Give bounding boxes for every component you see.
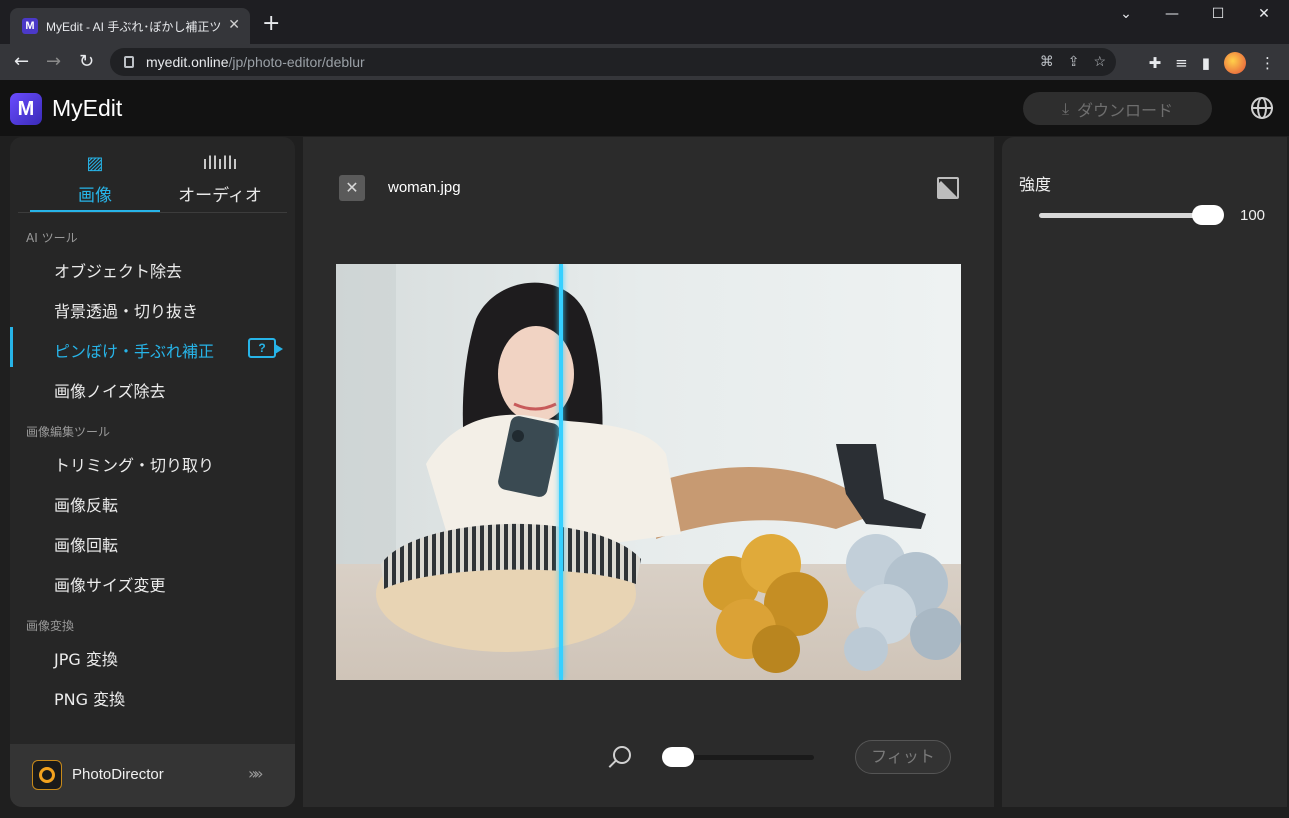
myedit-logo-icon[interactable]: M [10, 93, 42, 125]
sidebar-item-crop[interactable]: トリミング・切り取り [54, 452, 214, 476]
address-bar[interactable]: myedit.online /jp/photo-editor/deblur ⌘ … [110, 48, 1116, 76]
app-header: M MyEdit ⤓ ダウンロード [0, 80, 1289, 136]
sidebar-item-rotate[interactable]: 画像回転 [54, 532, 118, 556]
photodirector-app-icon [32, 760, 62, 790]
strength-slider-thumb[interactable] [1192, 205, 1224, 225]
zoom-slider-thumb[interactable] [662, 747, 694, 767]
profile-avatar[interactable] [1224, 52, 1246, 74]
share-icon[interactable]: ⇪ [1068, 53, 1080, 70]
browser-tab[interactable]: M MyEdit - AI 手ぶれ･ぼかし補正ツール ✕ [10, 8, 250, 44]
sidebar-divider [18, 212, 287, 213]
fit-button[interactable]: フィット [855, 740, 951, 774]
forward-arrow-icon[interactable]: → [46, 51, 61, 72]
strength-slider-track[interactable] [1039, 213, 1205, 218]
browser-menu-kebab-icon[interactable]: ⋮ [1260, 54, 1275, 72]
strength-label: 強度 [1019, 175, 1052, 194]
bookmark-star-icon[interactable]: ☆ [1093, 53, 1106, 70]
browser-tab-strip: M MyEdit - AI 手ぶれ･ぼかし補正ツール ✕ + ⌄ — ☐ ✕ [0, 0, 1289, 44]
sidebar-item-png-convert[interactable]: PNG 変換 [54, 686, 125, 710]
promo-arrow-icon: »» [248, 764, 263, 783]
tool-sidebar: ▨ 画像 ıllıllı オーディオ AI ツール オブジェクト除去 背景透過・… [10, 137, 295, 807]
compare-toggle-icon[interactable] [937, 177, 959, 199]
close-file-icon[interactable]: ✕ [339, 175, 365, 201]
sidebar-item-flip[interactable]: 画像反転 [54, 492, 118, 516]
file-name: woman.jpg [388, 179, 461, 196]
tab-search-chevron-icon[interactable]: ⌄ [1112, 6, 1140, 22]
reload-icon[interactable]: ↻ [79, 51, 94, 72]
promo-name: PhotoDirector [72, 766, 164, 783]
url-path: /jp/photo-editor/deblur [228, 54, 365, 70]
new-tab-plus-icon[interactable]: + [262, 13, 280, 35]
media-queue-icon[interactable]: ≡ [1175, 54, 1188, 72]
sidebar-item-object-removal[interactable]: オブジェクト除去 [54, 258, 182, 282]
back-arrow-icon[interactable]: ← [14, 51, 29, 72]
browser-tab-title: MyEdit - AI 手ぶれ･ぼかし補正ツール [46, 19, 222, 34]
section-image-edit-tools: 画像編集ツール [26, 425, 111, 439]
translate-icon[interactable]: ⌘ [1040, 53, 1054, 70]
side-panel-icon[interactable]: ▮ [1202, 54, 1210, 72]
lock-icon[interactable] [124, 56, 134, 68]
sidebar-item-background-removal[interactable]: 背景透過・切り抜き [54, 298, 198, 322]
maximize-icon[interactable]: ☐ [1204, 6, 1232, 22]
sidebar-item-jpg-convert[interactable]: JPG 変換 [54, 646, 118, 670]
url-host: myedit.online [146, 54, 229, 70]
download-label: ダウンロード [1077, 100, 1174, 120]
tab-audio[interactable]: ıllıllı オーディオ [155, 137, 285, 212]
extensions-puzzle-icon[interactable]: ✚ [1149, 54, 1162, 72]
sidebar-item-deblur[interactable]: ピンぼけ・手ぶれ補正 [54, 338, 214, 362]
tab-image-label: 画像 [78, 186, 112, 206]
zoom-search-icon [613, 746, 631, 764]
download-icon: ⤓ [1061, 98, 1070, 118]
tab-image[interactable]: ▨ 画像 [30, 137, 160, 212]
strength-value: 100 [1240, 207, 1266, 224]
section-ai-tools: AI ツール [26, 231, 78, 245]
window-close-icon[interactable]: ✕ [1250, 6, 1278, 22]
settings-panel: 強度 100 [1002, 137, 1287, 807]
sidebar-item-denoise[interactable]: 画像ノイズ除去 [54, 378, 166, 402]
myedit-logo-text[interactable]: MyEdit [52, 95, 122, 122]
photodirector-promo[interactable]: PhotoDirector »» [10, 744, 295, 807]
video-help-icon[interactable]: ? [248, 338, 283, 358]
image-icon: ▨ [86, 153, 104, 174]
download-button[interactable]: ⤓ ダウンロード [1023, 92, 1212, 125]
language-globe-icon[interactable] [1251, 97, 1273, 119]
address-toolbar: ← → ↻ myedit.online /jp/photo-editor/deb… [0, 44, 1289, 80]
tab-close-icon[interactable]: ✕ [228, 17, 240, 33]
myedit-favicon-icon: M [22, 18, 38, 34]
waveform-icon: ıllıllı [202, 153, 238, 174]
sidebar-item-resize[interactable]: 画像サイズ変更 [54, 572, 166, 596]
section-image-convert: 画像変換 [26, 619, 75, 633]
photo-illustration [336, 264, 961, 680]
editor-canvas: ✕ woman.jpg フィット [303, 137, 994, 807]
compare-split-line[interactable] [559, 264, 563, 680]
tab-audio-label: オーディオ [178, 186, 262, 206]
active-item-indicator [10, 327, 13, 367]
photo-preview[interactable] [336, 264, 961, 680]
minimize-icon[interactable]: — [1158, 6, 1186, 22]
